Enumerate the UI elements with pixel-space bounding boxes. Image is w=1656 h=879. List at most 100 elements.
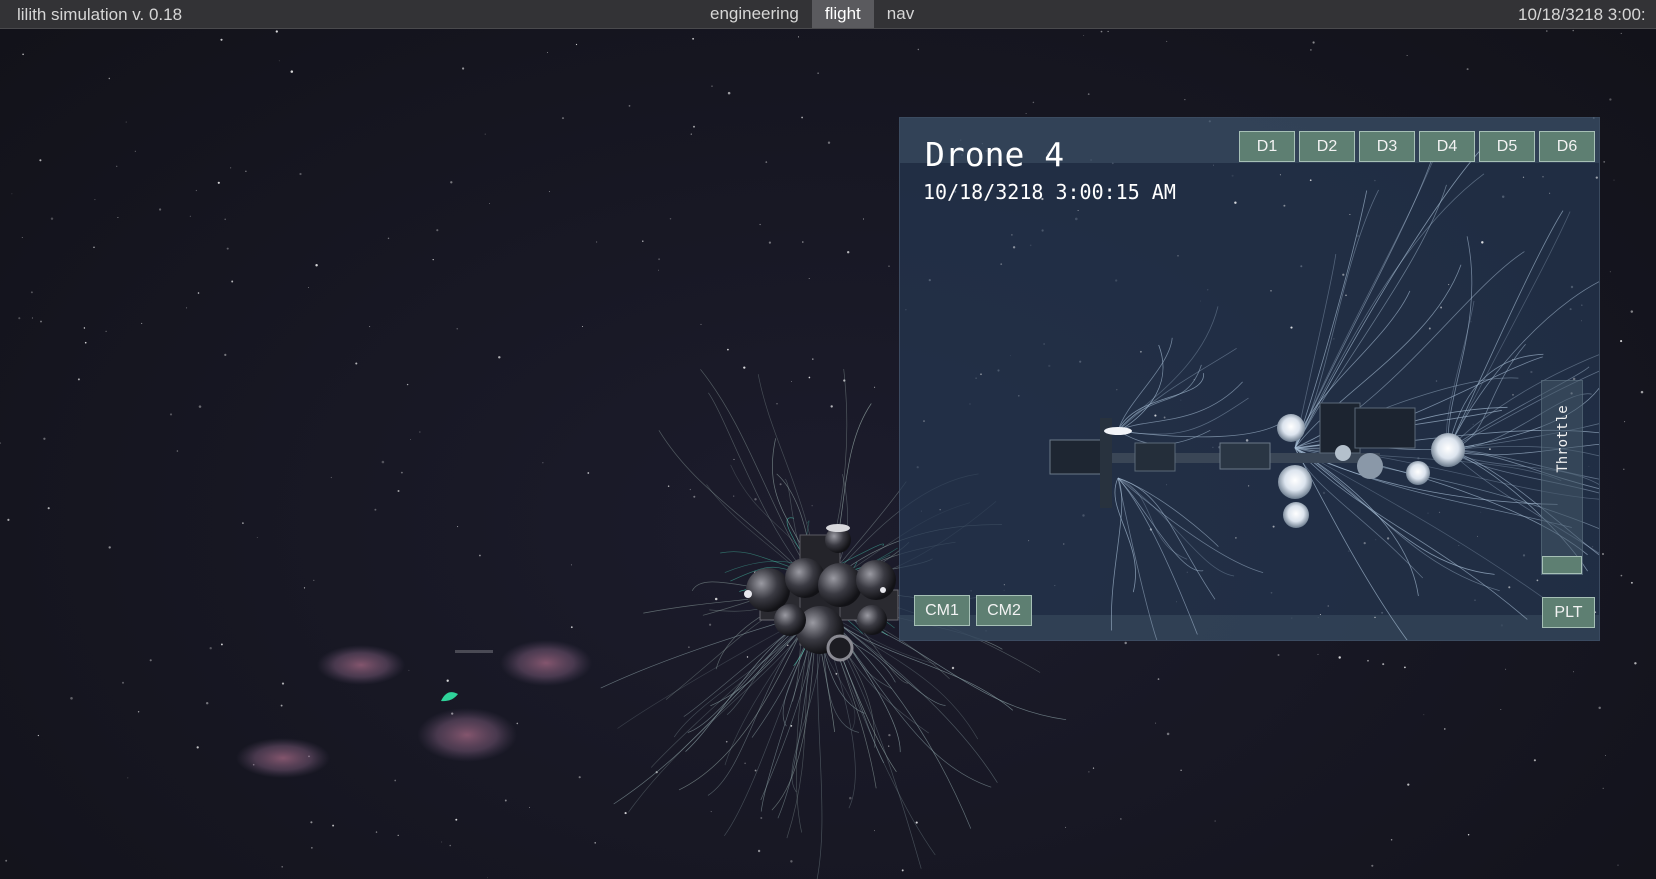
star xyxy=(1382,663,1385,666)
debris-clouds xyxy=(236,640,592,778)
simulation-window: lilith simulation v. 0.18 engineering fl… xyxy=(0,0,1656,879)
star xyxy=(400,471,403,474)
tab-flight[interactable]: flight xyxy=(811,0,874,28)
star xyxy=(450,181,453,184)
drone-pod xyxy=(1357,453,1383,479)
star xyxy=(1345,294,1347,297)
drone-camera-panel: Drone 4 10/18/3218 3:00:15 AM D1 D2 D3 D… xyxy=(899,117,1600,641)
star xyxy=(122,681,124,684)
tab-nav[interactable]: nav xyxy=(874,0,927,28)
star xyxy=(47,507,50,510)
star xyxy=(1536,579,1539,582)
drone-tab-d4[interactable]: D4 xyxy=(1419,131,1475,162)
drone-selector: D1 D2 D3 D4 D5 D6 xyxy=(1239,131,1595,162)
star xyxy=(1609,98,1612,101)
star xyxy=(217,181,220,184)
star xyxy=(1440,306,1443,309)
star xyxy=(779,483,782,486)
star xyxy=(1154,414,1157,417)
star xyxy=(70,697,73,700)
star xyxy=(1542,176,1544,178)
star xyxy=(1624,421,1626,423)
star xyxy=(375,831,378,833)
star xyxy=(874,386,876,388)
drone-tab-d2[interactable]: D2 xyxy=(1299,131,1355,162)
star xyxy=(1613,179,1615,181)
star xyxy=(727,348,729,351)
star xyxy=(310,821,313,824)
star xyxy=(1634,662,1637,665)
star xyxy=(83,327,86,329)
feed-starfield xyxy=(923,174,1600,619)
star xyxy=(1598,706,1601,710)
star xyxy=(1065,826,1067,828)
star xyxy=(849,796,852,800)
star xyxy=(198,405,202,408)
star xyxy=(1247,485,1250,487)
drone-tab-d6[interactable]: D6 xyxy=(1539,131,1595,162)
tether-strand xyxy=(1294,447,1419,597)
star xyxy=(624,812,627,815)
star xyxy=(125,121,127,123)
drone-pod xyxy=(1335,445,1351,461)
structure-module xyxy=(1134,442,1176,472)
star xyxy=(1025,113,1027,114)
throttle-slider[interactable]: Throttle xyxy=(1541,380,1583,575)
debris-cloud xyxy=(317,645,405,685)
star xyxy=(280,704,283,707)
star xyxy=(797,36,800,38)
star xyxy=(1077,210,1079,212)
star xyxy=(230,167,232,169)
drone-tab-d1[interactable]: D1 xyxy=(1239,131,1295,162)
tether-strand xyxy=(1110,477,1123,631)
star xyxy=(209,647,212,650)
star xyxy=(757,849,761,853)
star xyxy=(281,682,285,685)
star xyxy=(149,659,152,662)
star xyxy=(808,376,811,379)
star xyxy=(874,830,875,832)
star xyxy=(923,420,925,423)
star xyxy=(1572,29,1574,32)
star xyxy=(888,265,890,267)
top-bar: lilith simulation v. 0.18 engineering fl… xyxy=(0,0,1656,29)
drone-tab-d3[interactable]: D3 xyxy=(1359,131,1415,162)
star xyxy=(93,246,95,249)
star xyxy=(245,170,247,172)
star xyxy=(1599,268,1600,270)
star xyxy=(817,72,819,74)
star xyxy=(1116,389,1118,391)
star xyxy=(278,60,280,62)
tether-strand xyxy=(613,609,821,805)
star xyxy=(410,439,412,440)
star xyxy=(827,141,831,144)
star xyxy=(1270,289,1272,292)
cm2-button[interactable]: CM2 xyxy=(976,595,1032,626)
throttle-level[interactable] xyxy=(1542,556,1582,574)
star xyxy=(1508,586,1511,589)
ship-pod xyxy=(774,604,806,636)
structure-dish xyxy=(1104,427,1132,435)
star xyxy=(299,172,302,176)
star xyxy=(1374,616,1376,619)
tether-strand xyxy=(1117,477,1198,635)
plt-button[interactable]: PLT xyxy=(1542,597,1595,628)
docked-structure xyxy=(1049,402,1465,528)
star xyxy=(5,859,8,862)
star xyxy=(714,597,718,601)
star xyxy=(105,330,107,332)
star xyxy=(1602,787,1604,790)
star xyxy=(220,643,223,646)
star xyxy=(242,522,244,524)
star xyxy=(1623,468,1625,471)
tab-engineering[interactable]: engineering xyxy=(697,0,812,28)
star xyxy=(830,405,833,408)
drone-tab-d5[interactable]: D5 xyxy=(1479,131,1535,162)
star xyxy=(169,413,173,416)
star xyxy=(1620,574,1623,577)
star xyxy=(0,442,2,444)
star xyxy=(1573,671,1574,673)
star xyxy=(542,462,544,464)
star xyxy=(578,776,581,779)
cm1-button[interactable]: CM1 xyxy=(914,595,970,626)
